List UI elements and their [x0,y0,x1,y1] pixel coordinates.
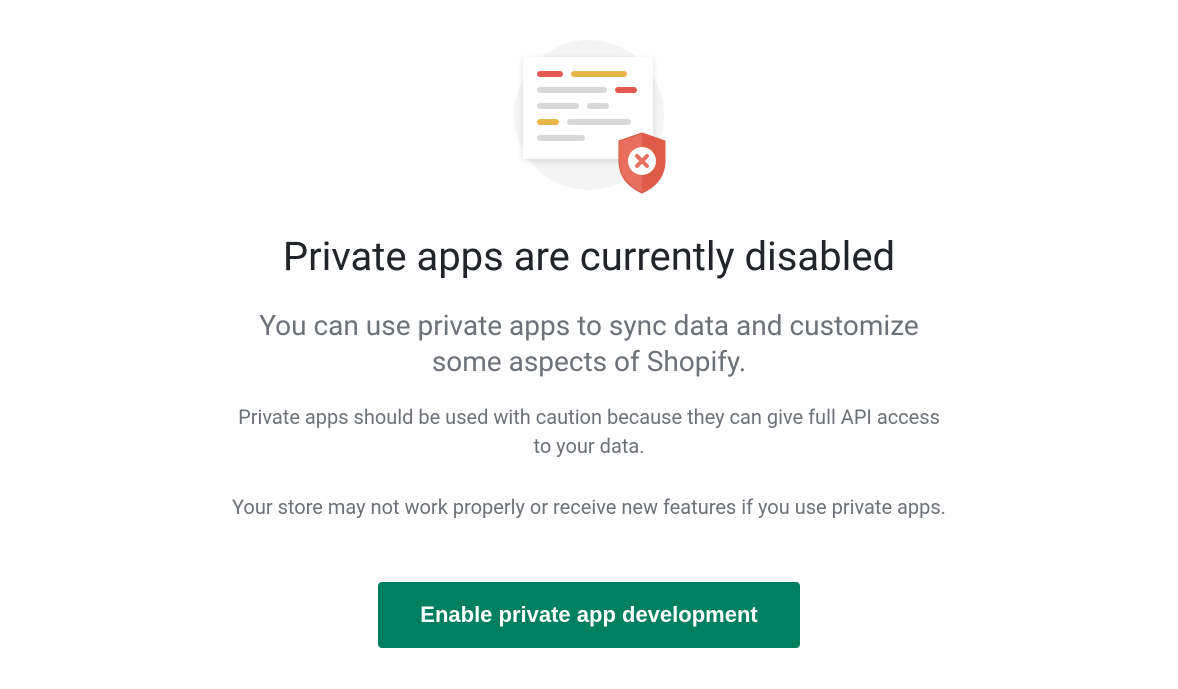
enable-private-apps-button[interactable]: Enable private app development [378,582,799,648]
page-heading: Private apps are currently disabled [283,233,895,280]
page-subheading: You can use private apps to sync data an… [229,308,949,381]
caution-text: Private apps should be used with caution… [229,403,949,461]
warning-text: Your store may not work properly or rece… [232,493,946,522]
document-shield-illustration [509,35,669,195]
shield-x-icon [613,131,671,195]
